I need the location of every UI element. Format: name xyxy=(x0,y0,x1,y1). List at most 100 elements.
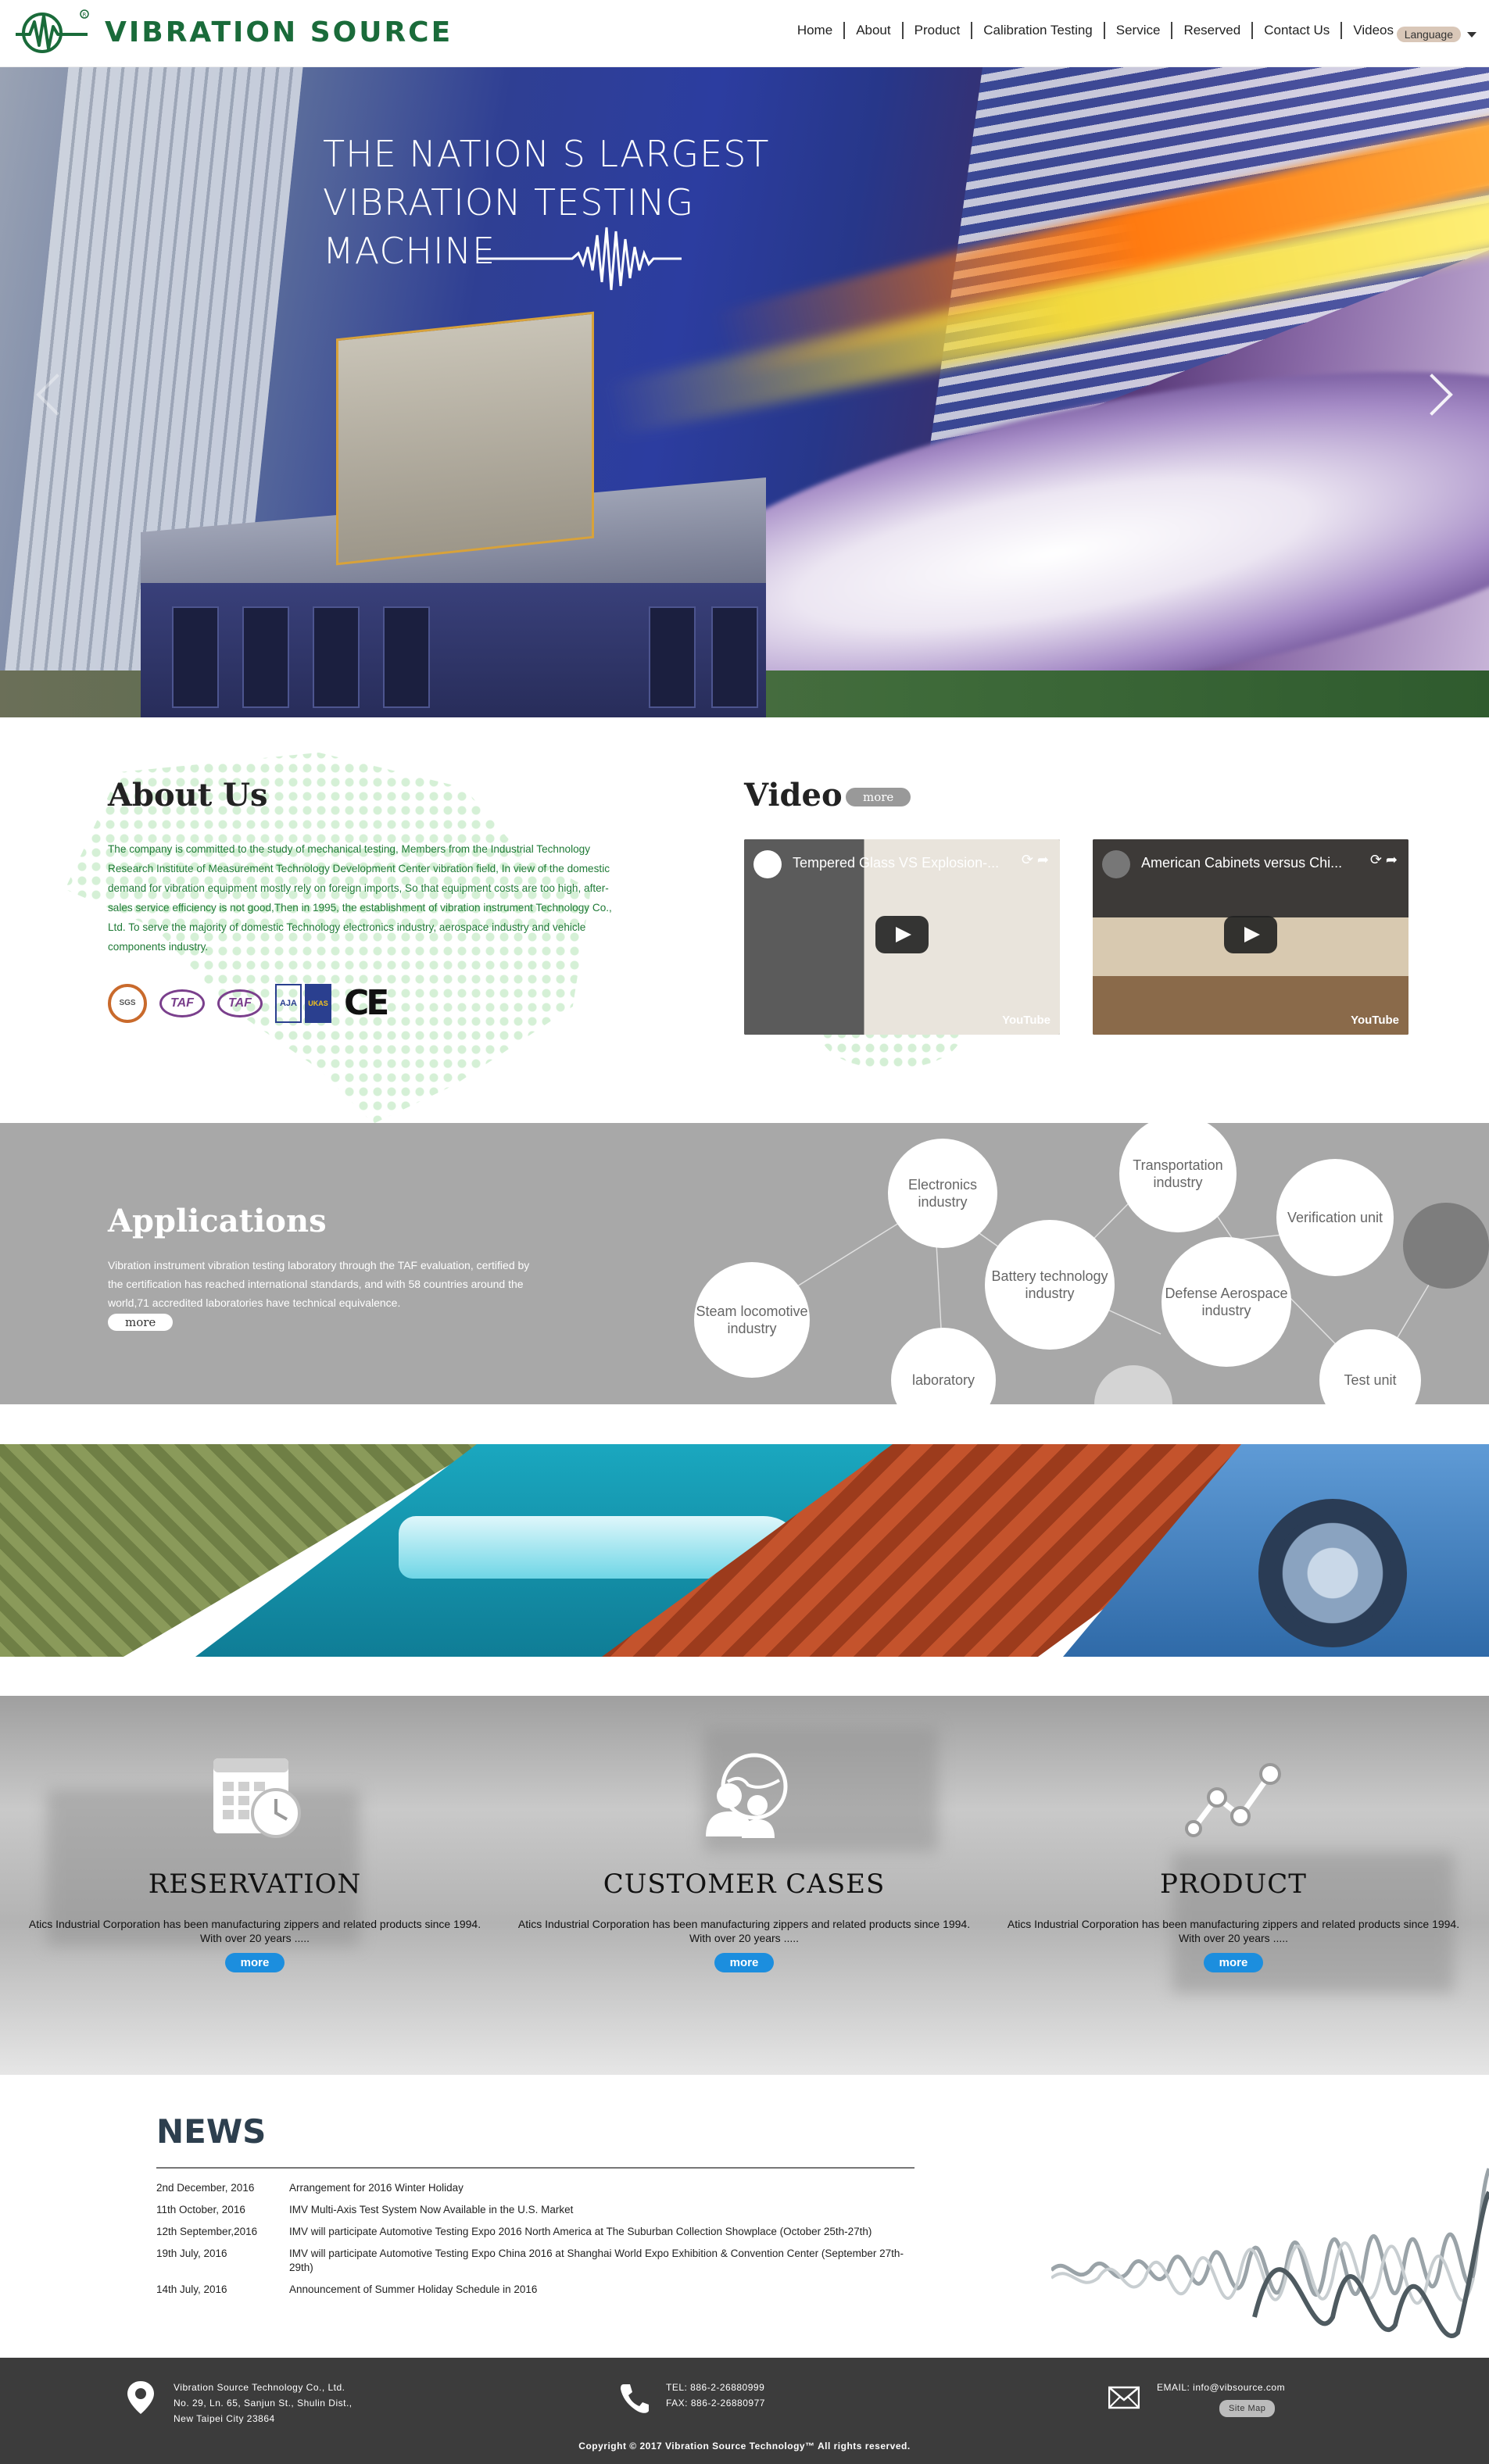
service-title: CUSTOMER CASES xyxy=(603,1869,886,1900)
youtube-badge[interactable]: YouTube xyxy=(1002,1014,1051,1027)
language-label: Language xyxy=(1396,27,1461,42)
applications-section: Applications Vibration instrument vibrat… xyxy=(0,1123,1489,1404)
site-header: R VIBRATION SOURCE Home About Product Ca… xyxy=(0,0,1489,67)
video-title-text[interactable]: Tempered Glass VS Explosion-... xyxy=(793,855,999,871)
service-text: Atics Industrial Corporation has been ma… xyxy=(517,1918,971,1944)
applications-text: Vibration instrument vibration testing l… xyxy=(108,1259,530,1309)
aja-logo: AJA xyxy=(275,983,302,1023)
industry-banner xyxy=(0,1444,1489,1657)
service-text: Atics Industrial Corporation has been ma… xyxy=(28,1918,481,1944)
hero-machine-body xyxy=(141,583,766,717)
channel-avatar[interactable] xyxy=(1102,850,1130,878)
users-globe-icon xyxy=(706,1753,788,1838)
news-section: NEWS 2nd December, 2016 Arrangement for … xyxy=(0,2075,1489,2358)
news-headline[interactable]: IMV will participate Automotive Testing … xyxy=(289,2247,907,2275)
footer-tel[interactable]: TEL: 886-2-26880999 xyxy=(666,2380,765,2395)
car-wheel-shape xyxy=(1258,1499,1407,1647)
applications-more-button[interactable]: more xyxy=(108,1314,174,1331)
footer-address: Vibration Source Technology Co., Ltd. No… xyxy=(125,2380,353,2426)
service-reservation: RESERVATION Atics Industrial Corporation… xyxy=(20,1751,489,1972)
product-more-button[interactable]: more xyxy=(1203,1953,1264,1972)
news-item[interactable]: 11th October, 2016 IMV Multi-Axis Test S… xyxy=(156,2203,938,2217)
news-date: 11th October, 2016 xyxy=(156,2204,245,2215)
service-text: Atics Industrial Corporation has been ma… xyxy=(1007,1918,1460,1944)
footer-email: EMAIL: info@vibsource.com Site Map xyxy=(1108,2380,1285,2417)
nav-product[interactable]: Product xyxy=(904,22,973,39)
news-item[interactable]: 14th July, 2016 Announcement of Summer H… xyxy=(156,2283,938,2297)
phone-icon xyxy=(621,2384,649,2413)
bubble-verification-unit[interactable]: Verification unit xyxy=(1276,1159,1394,1276)
chevron-down-icon xyxy=(1467,31,1476,38)
news-headline[interactable]: Announcement of Summer Holiday Schedule … xyxy=(289,2283,907,2297)
bubble-electronics-industry[interactable]: Electronics industry xyxy=(888,1139,997,1248)
about-text: The company is committed to the study of… xyxy=(108,843,612,953)
decorative-bubble xyxy=(1403,1203,1489,1289)
site-footer: Vibration Source Technology Co., Ltd. No… xyxy=(0,2358,1489,2464)
video-player-1[interactable]: Tempered Glass VS Explosion-... ⟳ ➦ YouT… xyxy=(744,839,1060,1035)
news-date: 2nd December, 2016 xyxy=(156,2182,255,2194)
main-nav: Home About Product Calibration Testing S… xyxy=(786,22,1405,39)
map-pin-icon xyxy=(127,2381,154,2414)
channel-avatar[interactable] xyxy=(753,850,782,878)
decorative-waveform xyxy=(1051,2168,1489,2338)
footer-address-line1: No. 29, Ln. 65, Sanjun St., Shulin Dist.… xyxy=(174,2398,353,2409)
nav-about[interactable]: About xyxy=(845,22,904,39)
share-icon[interactable]: ⟳ ➦ xyxy=(1022,852,1049,868)
news-headline[interactable]: Arrangement for 2016 Winter Holiday xyxy=(289,2181,907,2195)
about-video-section: About Us The company is committed to the… xyxy=(0,717,1489,1124)
news-headline[interactable]: IMV Multi-Axis Test System Now Available… xyxy=(289,2203,907,2217)
youtube-badge[interactable]: YouTube xyxy=(1351,1014,1399,1027)
copyright: Copyright © 2017 Vibration Source Techno… xyxy=(578,2441,911,2451)
ce-logo: CE xyxy=(344,983,389,1023)
line-chart-icon xyxy=(1185,1763,1281,1837)
brand-logo[interactable]: R VIBRATION SOURCE xyxy=(14,8,453,56)
taf-logo: TAF xyxy=(159,989,205,1017)
ukas-logo: UKAS xyxy=(305,983,331,1023)
about-title: About Us xyxy=(108,777,268,814)
brand-name: VIBRATION SOURCE xyxy=(105,16,453,48)
calendar-clock-icon xyxy=(213,1758,301,1838)
news-date: 19th July, 2016 xyxy=(156,2248,227,2259)
news-item[interactable]: 2nd December, 2016 Arrangement for 2016 … xyxy=(156,2181,938,2195)
bubble-steam-locomotive-industry[interactable]: Steam locomotive industry xyxy=(694,1262,810,1378)
video-more-button[interactable]: more xyxy=(846,788,911,806)
video-title: Video xyxy=(744,777,843,814)
news-date: 12th September,2016 xyxy=(156,2226,258,2237)
bubble-defense-aerospace-industry[interactable]: Defense Aerospace industry xyxy=(1161,1237,1291,1367)
play-button-icon[interactable] xyxy=(1224,916,1277,953)
hero-machine-load xyxy=(336,311,594,566)
applications-title: Applications xyxy=(108,1203,327,1239)
bubble-battery-technology-industry[interactable]: Battery technology industry xyxy=(985,1220,1115,1350)
nav-home[interactable]: Home xyxy=(786,22,846,39)
nav-contact-us[interactable]: Contact Us xyxy=(1253,22,1343,39)
envelope-icon xyxy=(1108,2386,1140,2409)
news-list: 2nd December, 2016 Arrangement for 2016 … xyxy=(156,2181,938,2305)
site-map-button[interactable]: Site Map xyxy=(1219,2400,1276,2417)
svg-text:R: R xyxy=(83,12,87,18)
reservation-more-button[interactable]: more xyxy=(224,1953,285,1972)
news-divider xyxy=(156,2167,915,2169)
certification-logos: SGS TAF TAF AJA UKAS CE xyxy=(108,983,399,1023)
news-date: 14th July, 2016 xyxy=(156,2283,227,2295)
customer-cases-more-button[interactable]: more xyxy=(714,1953,775,1972)
video-title-text[interactable]: American Cabinets versus Chi... xyxy=(1141,855,1342,871)
nav-videos[interactable]: Videos xyxy=(1342,22,1405,39)
footer-fax: FAX: 886-2-26880977 xyxy=(666,2398,765,2409)
footer-email-text[interactable]: EMAIL: info@vibsource.com xyxy=(1157,2380,1285,2395)
news-item[interactable]: 19th July, 2016 IMV will participate Aut… xyxy=(156,2247,938,2275)
news-title: NEWS xyxy=(156,2112,267,2151)
footer-address-line2: New Taipei City 23864 xyxy=(174,2413,275,2424)
language-selector[interactable]: Language xyxy=(1396,27,1476,42)
share-icon[interactable]: ⟳ ➦ xyxy=(1370,852,1398,868)
taf-logo: TAF xyxy=(217,989,263,1017)
nav-service[interactable]: Service xyxy=(1105,22,1173,39)
services-section: RESERVATION Atics Industrial Corporation… xyxy=(0,1696,1489,2075)
nav-calibration-testing[interactable]: Calibration Testing xyxy=(972,22,1105,39)
news-headline[interactable]: IMV will participate Automotive Testing … xyxy=(289,2225,907,2239)
service-title: PRODUCT xyxy=(1160,1869,1307,1900)
nav-reserved[interactable]: Reserved xyxy=(1172,22,1254,39)
service-product: PRODUCT Atics Industrial Corporation has… xyxy=(999,1751,1468,1972)
play-button-icon[interactable] xyxy=(875,916,929,953)
video-player-2[interactable]: American Cabinets versus Chi... ⟳ ➦ YouT… xyxy=(1093,839,1408,1035)
news-item[interactable]: 12th September,2016 IMV will participate… xyxy=(156,2225,938,2239)
